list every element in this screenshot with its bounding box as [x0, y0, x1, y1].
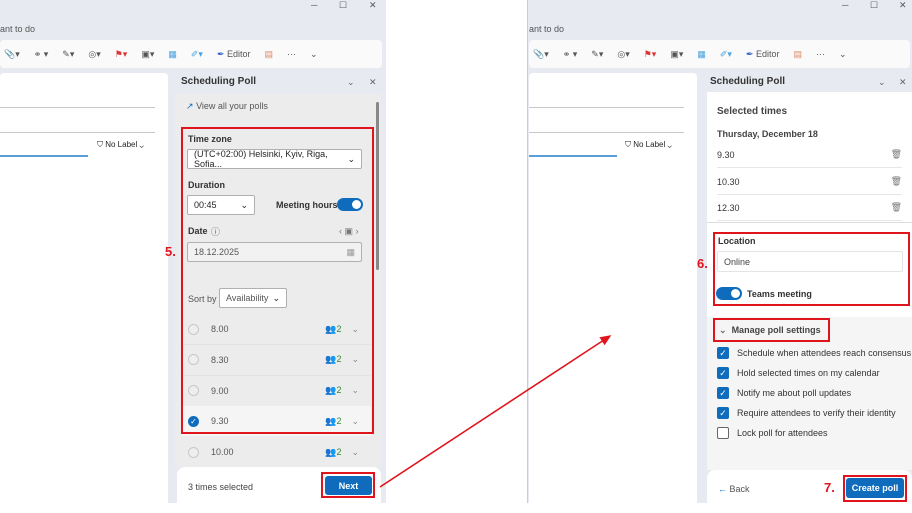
annotation-arrow — [379, 335, 612, 488]
